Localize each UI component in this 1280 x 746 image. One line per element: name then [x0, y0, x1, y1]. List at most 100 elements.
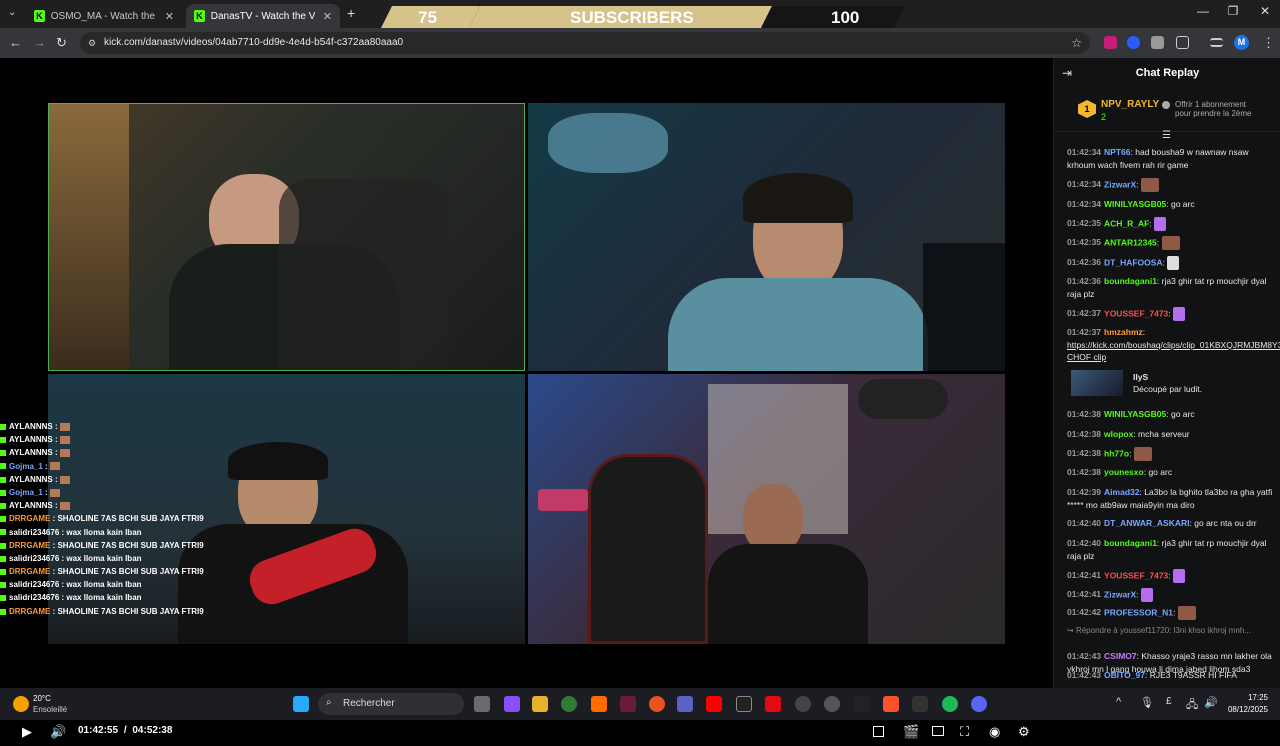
overlay-chat-line: AYLANNNS : [0, 473, 260, 486]
new-tab-icon[interactable]: + [347, 5, 355, 21]
spotify-icon[interactable] [942, 696, 958, 712]
chat-message: 01:42:39 Aimad32: La3bo la bghito tla3bo … [1067, 486, 1279, 511]
extension-icon[interactable] [1151, 36, 1164, 49]
back-icon[interactable]: ← [9, 35, 22, 50]
app-icon[interactable] [795, 696, 811, 712]
extensions-puzzle-icon[interactable] [1176, 36, 1189, 49]
tab-list-chevron-icon[interactable]: ⌄ [8, 7, 16, 18]
url-text: kick.com/danastv/videos/04ab7710-dd9e-4e… [104, 37, 404, 48]
site-info-icon[interactable]: ⚙ [88, 32, 96, 54]
chat-message: 01:42:36 boundagani1: rja3 ghir tat rp mo… [1067, 275, 1279, 300]
message-username[interactable]: hmzahmz [1104, 327, 1143, 337]
message-username[interactable]: DT_HAFOOSA [1104, 257, 1163, 267]
message-timestamp: 01:42:41 [1067, 589, 1102, 600]
overlay-text: : SHAOLINE 7AS BCHI SUB JAYA FTRI9 [52, 514, 204, 524]
task-view-icon[interactable] [474, 696, 490, 712]
brave-icon[interactable] [883, 696, 899, 712]
message-username[interactable]: boundagani1 [1104, 538, 1157, 548]
message-username[interactable]: YOUSSEF_7473 [1104, 570, 1168, 580]
microphone-icon[interactable]: 🎙 [1140, 696, 1154, 709]
message-username[interactable]: ACH_R_AF [1104, 218, 1149, 228]
discord-icon[interactable] [971, 696, 987, 712]
clip-icon[interactable]: 🎬 [903, 724, 919, 740]
message-username[interactable]: hh77o [1104, 448, 1129, 458]
subscriber-badge-icon [0, 516, 6, 523]
clip-card[interactable]: IlyS Découpé par ludit. [1067, 366, 1272, 398]
tab-danastv[interactable]: K DanasTV - Watch the VOD on K ✕ [186, 4, 340, 28]
play-icon[interactable]: ▶ [22, 724, 32, 740]
top-gifter-card: 1 NPV_RAYLY 2 Offrir 1 abonnement pour p… [1054, 92, 1280, 132]
file-explorer-icon[interactable] [532, 696, 548, 712]
url-field[interactable]: ⚙ kick.com/danastv/videos/04ab7710-dd9e-… [80, 32, 1090, 54]
firefox-icon[interactable] [649, 696, 665, 712]
netflix-icon[interactable] [765, 696, 781, 712]
app-icon[interactable] [854, 696, 870, 712]
message-username[interactable]: ZizwarX [1104, 179, 1136, 189]
emote-icon [1173, 569, 1186, 583]
gift-offer-text[interactable]: Offrir 1 abonnement [1175, 100, 1246, 109]
tray-chevron-icon[interactable]: ^ [1116, 696, 1121, 708]
message-username[interactable]: WINILYASGB05 [1104, 409, 1166, 419]
video-player[interactable]: AYLANNNS : AYLANNNS : AYLANNNS : Gojma_1 :A… [0, 58, 1053, 739]
message-timestamp: 01:42:34 [1067, 147, 1102, 157]
clock-time[interactable]: 17:25 [1226, 693, 1268, 702]
close-tab-icon[interactable]: ✕ [165, 10, 174, 23]
message-username[interactable]: PROFESSOR_N1 [1104, 607, 1173, 617]
theater-mode-icon[interactable] [932, 726, 944, 736]
message-username[interactable]: YOUSSEF_7473 [1104, 308, 1168, 318]
app-icon[interactable] [591, 696, 607, 712]
message-timestamp: 01:42:35 [1067, 218, 1102, 229]
overlay-user: AYLANNNS [9, 422, 53, 431]
app-icon[interactable] [620, 696, 636, 712]
message-username[interactable]: ZizwarX [1104, 589, 1136, 599]
miniplayer-icon[interactable] [873, 726, 884, 737]
volume-icon[interactable]: 🔊 [50, 724, 66, 740]
message-username[interactable]: boundagani1 [1104, 276, 1157, 286]
network-icon[interactable]: 🖧 [1186, 696, 1198, 715]
fullscreen-icon[interactable]: ⛶ [960, 724, 969, 740]
clip-thumbnail [1071, 370, 1123, 396]
forward-icon[interactable]: → [33, 35, 46, 50]
youtube-icon[interactable] [706, 696, 722, 712]
chrome-icon[interactable] [561, 696, 577, 712]
expand-menu-icon[interactable]: ☰ [1162, 130, 1171, 141]
overlay-user: salidri234676 [9, 553, 60, 563]
message-username[interactable]: DT_ANWAR_ASKARI [1104, 518, 1189, 528]
close-tab-icon[interactable]: ✕ [323, 10, 332, 23]
windows-start-icon[interactable] [293, 696, 309, 712]
message-username[interactable]: NPT66 [1104, 147, 1130, 157]
subscriber-badge-icon [0, 608, 6, 615]
weather-sun-icon[interactable] [13, 696, 29, 712]
close-window-icon[interactable]: ✕ [1250, 4, 1280, 18]
profile-avatar[interactable]: M [1234, 35, 1249, 50]
extension-icon[interactable] [1104, 36, 1117, 49]
extension-icon[interactable] [1127, 36, 1140, 49]
message-username[interactable]: WINILYASGB05 [1104, 199, 1166, 209]
app-icon[interactable] [824, 696, 840, 712]
app-icon[interactable] [736, 696, 752, 712]
search-box[interactable]: ⌕ Rechercher [318, 693, 464, 715]
browser-menu-icon[interactable]: ⋮ [1262, 35, 1275, 51]
settings-gear-icon[interactable]: ⚙ [1018, 724, 1030, 740]
bookmark-star-icon[interactable]: ☆ [1071, 32, 1082, 54]
message-username[interactable]: CSIMO7 [1104, 651, 1137, 661]
tab-osmo[interactable]: K OSMO_MA - Watch the VOD o ✕ [26, 4, 182, 28]
clock-date[interactable]: 08/12/2025 [1226, 705, 1268, 714]
message-username[interactable]: wlopox [1104, 429, 1133, 439]
message-username[interactable]: younesxo [1104, 467, 1144, 477]
media-controls-icon[interactable] [1210, 38, 1223, 47]
gifter-name[interactable]: NPV_RAYLY [1101, 99, 1159, 110]
overlay-user: AYLANNNS [9, 448, 53, 458]
copilot-icon[interactable] [504, 696, 520, 712]
teams-icon[interactable] [677, 696, 693, 712]
minimize-icon[interactable]: — [1188, 4, 1218, 18]
quality-icon[interactable]: ◉ [989, 724, 1000, 740]
maximize-icon[interactable]: ❐ [1218, 4, 1248, 18]
reload-icon[interactable]: ↻ [56, 35, 67, 51]
message-username[interactable]: Aimad32 [1104, 487, 1139, 497]
app-icon[interactable] [912, 696, 928, 712]
weather-temp[interactable]: 20°C [33, 694, 51, 703]
volume-tray-icon[interactable]: 🔊 [1204, 696, 1218, 709]
message-username[interactable]: OBITO_97 [1104, 670, 1145, 680]
message-username[interactable]: ANTAR12345 [1104, 237, 1157, 247]
